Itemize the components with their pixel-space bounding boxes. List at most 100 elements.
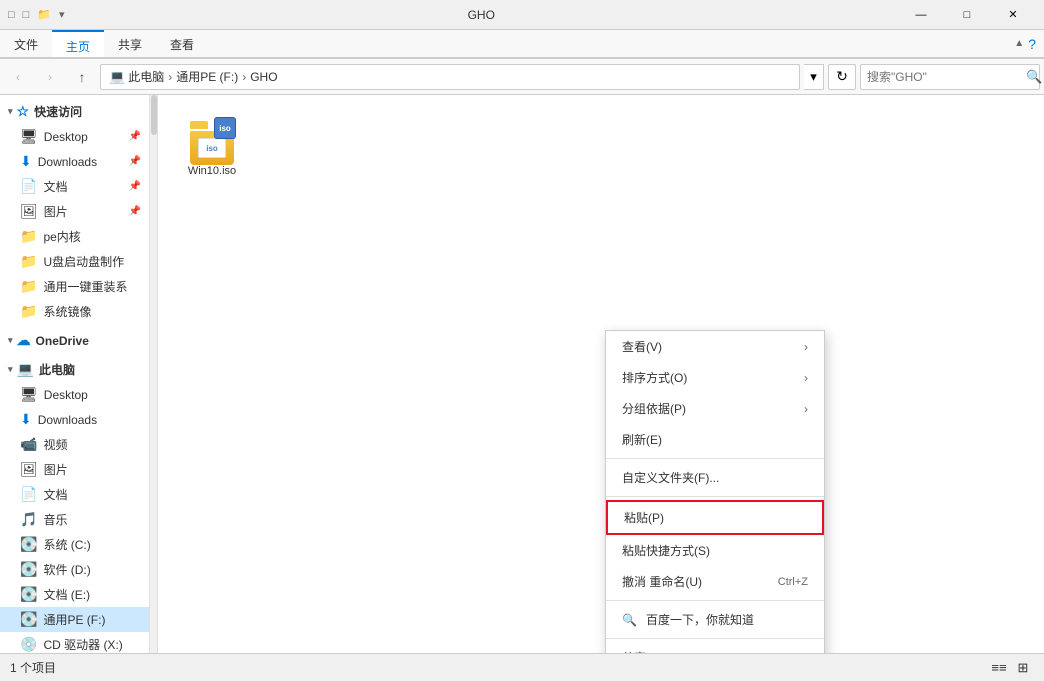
ctx-label-share: 共享(H): [622, 649, 663, 653]
sidebar-item-usb-quick[interactable]: 📁 U盘启动盘制作: [0, 249, 149, 274]
search-input[interactable]: [867, 70, 1022, 84]
file-item-win10iso[interactable]: iso iso Win10.iso: [172, 109, 252, 185]
downloads-icon: ⬇: [20, 153, 32, 170]
address-path[interactable]: 💻 此电脑 › 通用PE (F:) › GHO: [100, 64, 800, 90]
sidebar-item-sysimage-quick[interactable]: 📁 系统镜像: [0, 299, 149, 324]
quick-access-expand-icon: ▾: [8, 106, 13, 117]
usb-folder-icon: 📁: [20, 253, 37, 270]
sidebar-item-documents-quick[interactable]: 📄 文档 📌: [0, 174, 149, 199]
pe-folder-icon: 📁: [20, 228, 37, 245]
ctx-item-customize[interactable]: 自定义文件夹(F)...: [606, 462, 824, 493]
refresh-button[interactable]: ↻: [828, 64, 856, 90]
file-area[interactable]: iso iso Win10.iso 查看(V) › 排序方式(O) › 分组依据…: [158, 95, 1044, 653]
context-menu: 查看(V) › 排序方式(O) › 分组依据(P) › 刷新(E) 自定义文件夹…: [605, 330, 825, 653]
tab-home[interactable]: 主页: [52, 30, 104, 57]
ribbon-collapse-icon[interactable]: ▲: [1014, 38, 1024, 49]
sidebar: ▾ ☆ 快速访问 🖥 Desktop 📌 ⬇ Downloads 📌 📄 文档 …: [0, 95, 150, 653]
maximize-button[interactable]: □: [944, 0, 990, 30]
path-separator-2: ›: [242, 70, 246, 84]
minimize-button[interactable]: —: [898, 0, 944, 30]
back-button[interactable]: ‹: [4, 63, 32, 91]
ctx-label-paste: 粘贴(P): [624, 509, 664, 526]
breadcrumb-computer[interactable]: 💻 此电脑: [109, 68, 164, 85]
status-count: 1 个项目: [10, 659, 56, 676]
sidebar-item-desktop-quick[interactable]: 🖥 Desktop 📌: [0, 124, 149, 149]
baidu-icon: 🔍: [622, 613, 638, 627]
sidebar-item-pictures-quick[interactable]: 🖼 图片 📌: [0, 199, 149, 224]
ctx-shortcut-undo: Ctrl+Z: [778, 576, 808, 588]
ctx-item-undo[interactable]: 撤消 重命名(U) Ctrl+Z: [606, 566, 824, 597]
documents-icon-pc: 📄: [20, 486, 37, 503]
title-controls: — □ ✕: [898, 0, 1036, 30]
tab-share[interactable]: 共享: [104, 30, 156, 57]
title-bar: □ □ 📁 ▾ GHO — □ ✕: [0, 0, 1044, 30]
sidebar-item-reinstall-quick[interactable]: 📁 通用一键重装系: [0, 274, 149, 299]
sidebar-item-videos-pc[interactable]: 📹 视频: [0, 432, 149, 457]
sidebar-item-pe-quick[interactable]: 📁 pe内核: [0, 224, 149, 249]
computer-icon: 💻: [17, 361, 34, 378]
cloud-icon: ☁: [17, 332, 31, 349]
ctx-item-paste-shortcut[interactable]: 粘贴快捷方式(S): [606, 535, 824, 566]
breadcrumb-drive[interactable]: 通用PE (F:): [176, 68, 238, 85]
tab-view[interactable]: 查看: [156, 30, 208, 57]
scrollbar-thumb[interactable]: [151, 95, 157, 135]
sidebar-item-drive-f[interactable]: 💽 通用PE (F:): [0, 607, 149, 632]
up-button[interactable]: ↑: [68, 63, 96, 91]
this-pc-section: ▾ 💻 此电脑 🖥 Desktop ⬇ Downloads 📹 视频 🖼 图片: [0, 357, 149, 653]
view-btn-grid[interactable]: ⊞: [1012, 657, 1034, 679]
ctx-item-share[interactable]: 共享(H) ›: [606, 642, 824, 653]
pictures-icon: 🖼: [20, 203, 38, 220]
ctx-item-view[interactable]: 查看(V) ›: [606, 331, 824, 362]
pin-icon-2: 📌: [129, 156, 141, 167]
help-icon[interactable]: ?: [1028, 36, 1036, 52]
downloads-icon-pc: ⬇: [20, 411, 32, 428]
this-pc-header[interactable]: ▾ 💻 此电脑: [0, 357, 149, 382]
drive-x-icon: 💿: [20, 636, 37, 653]
sidebar-item-pictures-pc[interactable]: 🖼 图片: [0, 457, 149, 482]
quick-access-header[interactable]: ▾ ☆ 快速访问: [0, 99, 149, 124]
title-bar-folder-icon: 📁: [37, 8, 51, 21]
address-bar: ‹ › ↑ 💻 此电脑 › 通用PE (F:) › GHO ▾ ↻ 🔍: [0, 59, 1044, 95]
ctx-label-sort: 排序方式(O): [622, 369, 687, 386]
sidebar-item-drive-d[interactable]: 💽 软件 (D:): [0, 557, 149, 582]
onedrive-section: ▾ ☁ OneDrive: [0, 328, 149, 353]
sidebar-item-drive-e[interactable]: 💽 文档 (E:): [0, 582, 149, 607]
close-button[interactable]: ✕: [990, 0, 1036, 30]
tab-file[interactable]: 文件: [0, 30, 52, 57]
search-box[interactable]: 🔍: [860, 64, 1040, 90]
pictures-icon-pc: 🖼: [20, 461, 38, 478]
ctx-label-view: 查看(V): [622, 338, 662, 355]
drive-e-icon: 💽: [20, 586, 37, 603]
sidebar-item-drive-c[interactable]: 💽 系统 (C:): [0, 532, 149, 557]
onedrive-header[interactable]: ▾ ☁ OneDrive: [0, 328, 149, 353]
search-icon: 🔍: [1026, 69, 1042, 85]
breadcrumb-folder[interactable]: GHO: [250, 70, 277, 84]
ctx-arrow-share: ›: [804, 651, 808, 654]
ctx-sep-1: [606, 458, 824, 459]
ctx-arrow-sort: ›: [804, 371, 808, 385]
sidebar-item-music-pc[interactable]: 🎵 音乐: [0, 507, 149, 532]
view-btn-list[interactable]: ≡≡: [988, 657, 1010, 679]
ctx-label-refresh: 刷新(E): [622, 431, 662, 448]
ctx-item-refresh[interactable]: 刷新(E): [606, 424, 824, 455]
address-dropdown[interactable]: ▾: [804, 64, 824, 90]
ctx-sep-2: [606, 496, 824, 497]
ctx-item-baidu[interactable]: 🔍 百度一下，你就知道: [606, 604, 824, 635]
sidebar-scrollbar[interactable]: [150, 95, 158, 653]
ctx-sep-4: [606, 638, 824, 639]
ctx-item-paste[interactable]: 粘贴(P): [606, 500, 824, 535]
ctx-label-paste-shortcut: 粘贴快捷方式(S): [622, 542, 710, 559]
sidebar-item-downloads-pc[interactable]: ⬇ Downloads: [0, 407, 149, 432]
ctx-item-group[interactable]: 分组依据(P) ›: [606, 393, 824, 424]
sidebar-item-documents-pc[interactable]: 📄 文档: [0, 482, 149, 507]
sidebar-item-desktop-pc[interactable]: 🖥 Desktop: [0, 382, 149, 407]
iso-text: iso: [206, 144, 218, 153]
sidebar-item-downloads-quick[interactable]: ⬇ Downloads 📌: [0, 149, 149, 174]
ctx-item-sort[interactable]: 排序方式(O) ›: [606, 362, 824, 393]
title-bar-icon2: □: [23, 9, 30, 21]
ctx-arrow-view: ›: [804, 340, 808, 354]
iso-badge: iso: [214, 117, 236, 139]
sidebar-item-drive-x[interactable]: 💿 CD 驱动器 (X:): [0, 632, 149, 653]
title-bar-icon1: □: [8, 9, 15, 21]
forward-button[interactable]: ›: [36, 63, 64, 91]
